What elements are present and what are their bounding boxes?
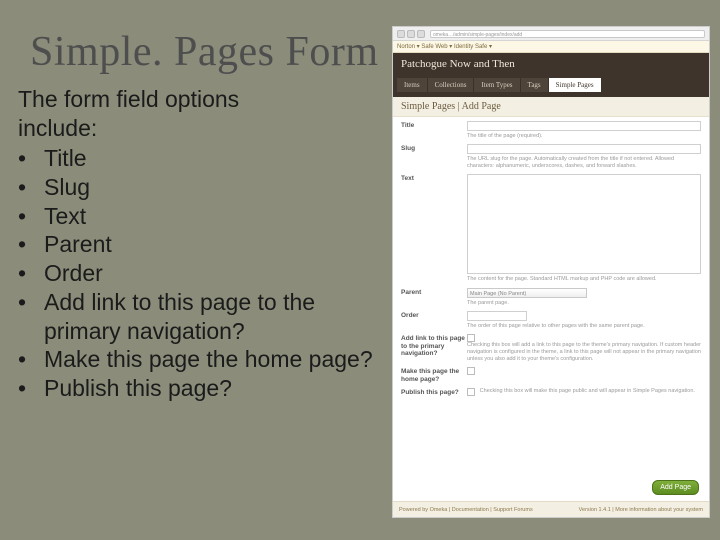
publish-label: Publish this page? <box>401 388 467 397</box>
tab-tags[interactable]: Tags <box>521 78 549 92</box>
add-page-button[interactable]: Add Page <box>652 480 699 495</box>
publish-hint: Checking this box will make this page pu… <box>480 388 695 394</box>
title-hint: The title of the page (required). <box>467 133 701 140</box>
screenshot-panel: omeka…/admin/simple-pages/index/add Nort… <box>392 26 710 518</box>
order-hint: The order of this page relative to other… <box>467 323 701 330</box>
bullet-dot: • <box>18 259 44 288</box>
bullet-dot: • <box>18 173 44 202</box>
parent-hint: The parent page. <box>467 300 701 307</box>
form-area: Title The title of the page (required). … <box>393 117 709 405</box>
bullet-dot: • <box>18 202 44 231</box>
slug-hint: The URL slug for the page. Automatically… <box>467 156 701 170</box>
addlink-label: Add link to this page to the primary nav… <box>401 334 467 363</box>
homepage-label: Make this page the home page? <box>401 367 467 384</box>
site-title: Patchogue Now and Then <box>393 53 709 70</box>
slug-input[interactable] <box>467 144 701 154</box>
browser-chrome: omeka…/admin/simple-pages/index/add <box>393 27 709 41</box>
tab-simple-pages[interactable]: Simple Pages <box>549 78 602 92</box>
tab-collections[interactable]: Collections <box>428 78 475 92</box>
footer-left: Powered by Omeka | Documentation | Suppo… <box>399 507 533 513</box>
text-label: Text <box>401 174 467 283</box>
footer-right: Version 1.4.1 | More information about y… <box>579 507 703 513</box>
slug-label: Slug <box>401 144 467 170</box>
site-footer: Powered by Omeka | Documentation | Suppo… <box>393 501 709 517</box>
order-label: Order <box>401 311 467 330</box>
back-button[interactable] <box>397 30 405 38</box>
tab-item-types[interactable]: Item Types <box>474 78 520 92</box>
page-title: Simple Pages | Add Page <box>393 97 709 117</box>
text-textarea[interactable] <box>467 174 701 274</box>
publish-checkbox[interactable] <box>467 388 475 396</box>
addlink-checkbox[interactable] <box>467 334 475 342</box>
url-bar[interactable]: omeka…/admin/simple-pages/index/add <box>430 30 705 38</box>
text-hint: The content for the page. Standard HTML … <box>467 276 701 283</box>
tab-items[interactable]: Items <box>397 78 428 92</box>
norton-toolbar: Norton ▾ Safe Web ▾ Identity Safe ▾ <box>393 41 709 53</box>
homepage-checkbox[interactable] <box>467 367 475 375</box>
bullet-dot: • <box>18 144 44 173</box>
admin-tabs: Items Collections Item Types Tags Simple… <box>393 78 709 92</box>
parent-select[interactable]: Main Page (No Parent) <box>467 288 587 298</box>
forward-button[interactable] <box>407 30 415 38</box>
parent-label: Parent <box>401 288 467 307</box>
bullet-dot: • <box>18 230 44 259</box>
bullet-dot: • <box>18 345 44 374</box>
title-input[interactable] <box>467 121 701 131</box>
site-header: Patchogue Now and Then Items Collections… <box>393 53 709 97</box>
addlink-hint: Checking this box will add a link to thi… <box>467 342 701 363</box>
bullet-dot: • <box>18 288 44 317</box>
title-label: Title <box>401 121 467 140</box>
order-input[interactable] <box>467 311 527 321</box>
reload-button[interactable] <box>417 30 425 38</box>
bullet-dot: • <box>18 374 44 403</box>
